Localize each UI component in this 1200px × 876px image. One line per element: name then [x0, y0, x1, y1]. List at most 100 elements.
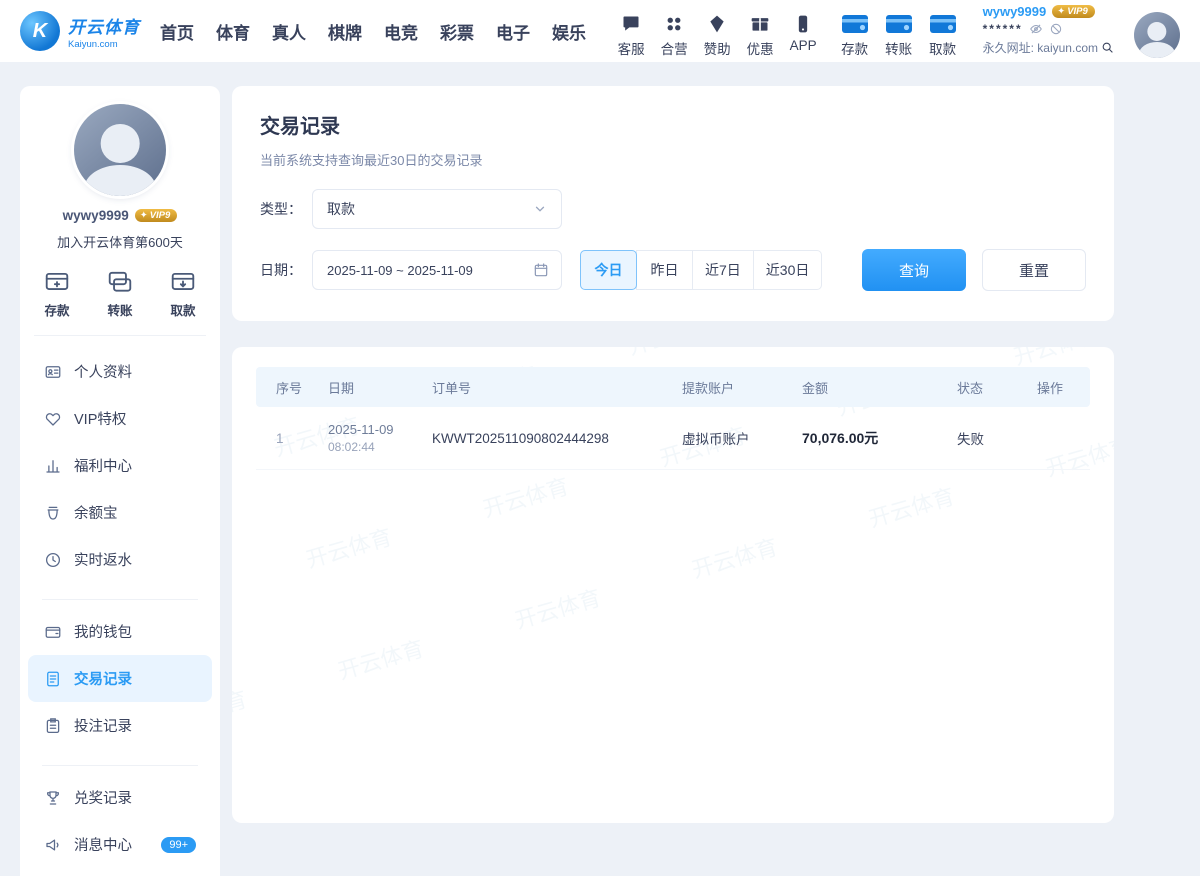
vip-star-icon: ✦: [140, 210, 148, 221]
calendar-icon: [533, 262, 549, 278]
quick-date-7days[interactable]: 近7日: [692, 250, 754, 290]
sidebar-transfer-button[interactable]: 转账: [107, 269, 133, 319]
quick-date-yesterday[interactable]: 昨日: [636, 250, 693, 290]
topbar-right: 客服 合营 赞助 优惠 APP 存款: [618, 4, 1180, 58]
col-header-order: 订单号: [432, 378, 682, 397]
transfer-label: 转账: [885, 38, 912, 58]
clipboard-icon: [44, 717, 62, 735]
withdraw-icon: [170, 269, 196, 295]
sidebar-menu: 个人资料 VIP特权 福利中心 余额宝 实时返水 我的钱包: [20, 344, 220, 872]
type-select[interactable]: 取款: [312, 189, 562, 229]
sidebar-item-bets[interactable]: 投注记录: [28, 702, 212, 749]
sidebar-deposit-label: 存款: [44, 300, 69, 319]
divider: [42, 765, 198, 766]
refresh-balance-icon[interactable]: [1049, 22, 1063, 36]
wallet-icon: [44, 623, 62, 641]
sidebar-item-welfare[interactable]: 福利中心: [28, 442, 212, 489]
sidebar-withdraw-button[interactable]: 取款: [170, 269, 196, 319]
partners-icon: [664, 14, 684, 34]
page-title: 交易记录: [260, 110, 1086, 139]
nav-link-home[interactable]: 首页: [160, 19, 194, 44]
quick-date-today[interactable]: 今日: [580, 250, 637, 290]
diamond-icon: [707, 14, 727, 34]
magnifier-icon[interactable]: [1101, 41, 1114, 54]
sidebar-item-rebate[interactable]: 实时返水: [28, 536, 212, 583]
transfer-button[interactable]: 转账: [885, 14, 913, 58]
app-label: APP: [790, 38, 817, 53]
sidebar-item-transactions[interactable]: 交易记录: [28, 655, 212, 702]
customer-service-label: 客服: [618, 38, 645, 58]
chevron-down-icon: [533, 202, 547, 216]
avatar[interactable]: [1134, 12, 1180, 58]
id-card-icon: [44, 363, 62, 381]
message-count-badge: 99+: [161, 837, 196, 853]
sidebar-item-messages[interactable]: 消息中心 99+: [28, 821, 212, 868]
cell-amount: 70,076.00元: [802, 428, 957, 448]
sponsor-button[interactable]: 赞助: [704, 14, 731, 58]
main-panel: 交易记录 当前系统支持查询最近30日的交易记录 类型： 取款 日期： 2025-…: [232, 86, 1114, 823]
menu-label: 余额宝: [74, 502, 118, 523]
deposit-button[interactable]: 存款: [841, 14, 869, 58]
logo-subtitle: Kaiyun.com: [68, 39, 140, 50]
col-header-account: 提款账户: [682, 378, 802, 397]
cell-order-number: KWWT202511090802444298: [432, 431, 682, 446]
menu-label: VIP特权: [74, 408, 126, 429]
trophy-icon: [44, 789, 62, 807]
transfer-icon: [107, 269, 133, 295]
user-name-row: wywy9999 ✦VIP9: [983, 4, 1114, 19]
promotions-label: 优惠: [747, 38, 774, 58]
customer-service-button[interactable]: 客服: [618, 14, 645, 58]
logo-title: 开云体育: [68, 13, 140, 38]
promotions-button[interactable]: 优惠: [747, 14, 774, 58]
nav-link-lottery[interactable]: 彩票: [440, 19, 474, 44]
permanent-url: 永久网址: kaiyun.com: [983, 39, 1098, 56]
vip-badge: ✦VIP9: [1052, 5, 1095, 18]
bars-icon: [44, 457, 62, 475]
col-header-amount: 金额: [802, 378, 957, 397]
cell-index: 1: [256, 431, 328, 446]
sidebar-item-wallet[interactable]: 我的钱包: [28, 608, 212, 655]
type-filter-row: 类型： 取款: [260, 189, 1086, 229]
sidebar-item-rewards[interactable]: 兑奖记录: [28, 774, 212, 821]
reset-button[interactable]: 重置: [982, 249, 1086, 291]
col-header-date: 日期: [328, 378, 432, 397]
user-info: wywy9999 ✦VIP9 ****** 永久网址: kaiyun.com: [983, 4, 1114, 58]
nav-link-slots[interactable]: 电子: [496, 19, 530, 44]
cell-date: 2025-11-09: [328, 422, 432, 437]
sidebar-item-vip[interactable]: VIP特权: [28, 395, 212, 442]
nav-link-entertainment[interactable]: 娱乐: [552, 19, 586, 44]
eye-off-icon[interactable]: [1029, 22, 1043, 36]
gift-icon: [750, 14, 770, 34]
menu-label: 兑奖记录: [74, 787, 132, 808]
nav-link-esports[interactable]: 电竞: [384, 19, 418, 44]
refresh-circle-icon: [44, 551, 62, 569]
sidebar-user-row: wywy9999 ✦VIP9: [20, 208, 220, 223]
withdraw-label: 取款: [929, 38, 956, 58]
date-range-value: 2025-11-09 ~ 2025-11-09: [327, 263, 473, 278]
partnership-button[interactable]: 合营: [661, 14, 688, 58]
cell-account: 虚拟币账户: [682, 428, 802, 448]
sidebar-deposit-button[interactable]: 存款: [44, 269, 70, 319]
nav-link-chess[interactable]: 棋牌: [328, 19, 362, 44]
sidebar-item-yuebao[interactable]: 余额宝: [28, 489, 212, 536]
menu-label: 福利中心: [74, 455, 132, 476]
date-range-input[interactable]: 2025-11-09 ~ 2025-11-09: [312, 250, 562, 290]
date-label: 日期：: [260, 260, 312, 280]
nav-link-live-casino[interactable]: 真人: [272, 19, 306, 44]
app-download-button[interactable]: APP: [790, 14, 817, 58]
deposit-card-icon: [841, 14, 869, 34]
site-url-row: 永久网址: kaiyun.com: [983, 39, 1114, 56]
nav-link-sports[interactable]: 体育: [216, 19, 250, 44]
table-header: 序号 日期 订单号 提款账户 金额 状态 操作: [256, 367, 1090, 407]
page-subtitle: 当前系统支持查询最近30日的交易记录: [260, 150, 1086, 169]
quick-date-30days[interactable]: 近30日: [753, 250, 823, 290]
sidebar-item-profile[interactable]: 个人资料: [28, 348, 212, 395]
withdraw-card-icon: [929, 14, 957, 34]
sidebar-withdraw-label: 取款: [170, 300, 195, 319]
phone-icon: [793, 14, 813, 34]
search-button[interactable]: 查询: [862, 249, 966, 291]
withdraw-button[interactable]: 取款: [929, 14, 957, 58]
site-logo[interactable]: K 开云体育 Kaiyun.com: [20, 11, 140, 51]
date-filter-row: 日期： 2025-11-09 ~ 2025-11-09 今日 昨日 近7日 近3…: [260, 249, 1086, 291]
sidebar-avatar[interactable]: [74, 104, 166, 196]
